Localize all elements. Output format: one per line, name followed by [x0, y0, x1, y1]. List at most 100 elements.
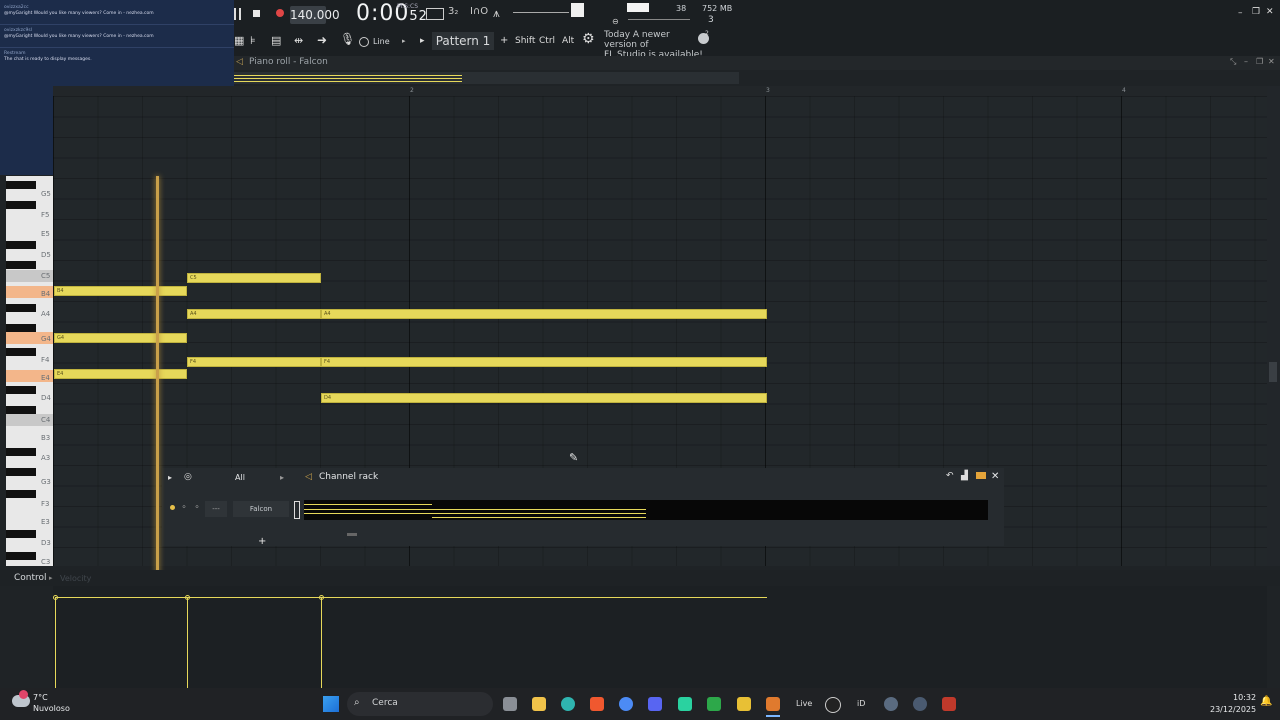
clock-time[interactable]: 10:32: [1233, 693, 1256, 702]
ctrl-key-button[interactable]: Ctrl: [539, 36, 555, 46]
note[interactable]: B4: [54, 286, 187, 296]
brave-browser-icon[interactable]: [590, 697, 604, 711]
windows-start-icon[interactable]: [323, 696, 339, 712]
channel-select[interactable]: [294, 501, 300, 519]
ableton-live-icon[interactable]: Live: [796, 699, 812, 708]
black-key[interactable]: [6, 348, 36, 356]
speaker-icon[interactable]: ◁: [236, 57, 243, 67]
taskbar-search[interactable]: [347, 692, 493, 716]
pr-close-icon[interactable]: ✕: [1268, 57, 1275, 66]
fl-studio-icon[interactable]: [766, 697, 780, 711]
note[interactable]: F4: [187, 357, 321, 367]
black-key[interactable]: [6, 261, 36, 269]
note[interactable]: D4: [321, 393, 767, 403]
pause-icon[interactable]: [234, 8, 241, 20]
black-key[interactable]: [6, 406, 36, 414]
discord-icon[interactable]: [648, 697, 662, 711]
channel-pattern-preview[interactable]: [304, 500, 988, 520]
detach-icon[interactable]: ⤡: [1230, 57, 1236, 67]
pan-knob-icon[interactable]: ⸰: [182, 503, 186, 512]
whatsapp-icon[interactable]: [678, 697, 692, 711]
snap-chevron-icon[interactable]: ▸: [402, 37, 406, 45]
edge-browser-icon[interactable]: [561, 697, 575, 711]
microphone-icon[interactable]: 🎙: [340, 32, 355, 46]
app-icon[interactable]: [737, 697, 751, 711]
rack-options-icon[interactable]: ◎: [184, 472, 192, 482]
magnet-icon[interactable]: [359, 37, 369, 47]
black-key[interactable]: [6, 468, 36, 476]
metronome-icon[interactable]: ⩚: [493, 6, 500, 21]
spreadsheet-icon[interactable]: [707, 697, 721, 711]
add-channel-button[interactable]: +: [258, 536, 266, 547]
stop-icon[interactable]: [253, 10, 260, 17]
black-key[interactable]: [6, 304, 36, 312]
note[interactable]: C5: [187, 273, 321, 283]
pr-minimize-icon[interactable]: –: [1244, 57, 1248, 66]
velocity-label[interactable]: Velocity: [60, 574, 91, 583]
piano-roll-titlebar[interactable]: [234, 56, 1280, 70]
control-chevron-icon[interactable]: ▸: [49, 574, 53, 582]
tempo-display[interactable]: 140.000: [290, 6, 340, 24]
ilok-icon[interactable]: iD: [857, 699, 865, 708]
control-label[interactable]: Control: [14, 573, 47, 583]
file-explorer-icon[interactable]: [532, 697, 546, 711]
step-edit-icon[interactable]: 3₂: [448, 6, 458, 17]
alt-key-button[interactable]: Alt: [562, 36, 574, 46]
note[interactable]: F4: [321, 357, 767, 367]
black-key[interactable]: [6, 181, 36, 189]
velocity-lane[interactable]: [53, 586, 1267, 688]
black-key[interactable]: [6, 324, 36, 332]
velocity-handle[interactable]: [185, 595, 190, 600]
grid-icon[interactable]: ▦: [234, 34, 244, 47]
velocity-bar[interactable]: [55, 597, 56, 688]
pattern-selector[interactable]: Pattern 1: [432, 32, 494, 50]
black-key[interactable]: [6, 530, 36, 538]
channel-led[interactable]: [170, 505, 175, 510]
arrow-right-icon[interactable]: ➜: [317, 33, 327, 47]
snap-mode[interactable]: Line: [373, 37, 390, 46]
add-pattern-icon[interactable]: +: [500, 35, 508, 46]
channel-button[interactable]: Falcon: [233, 501, 289, 517]
clock-date[interactable]: 23/12/2025: [1210, 705, 1256, 714]
filter-chevron-icon[interactable]: ▸: [280, 473, 284, 482]
note[interactable]: A4: [187, 309, 321, 319]
chrome-icon[interactable]: [619, 697, 633, 711]
timeline-ruler[interactable]: [53, 86, 1267, 96]
mixer-track-selector[interactable]: ---: [205, 501, 227, 517]
black-key[interactable]: [6, 241, 36, 249]
velocity-handle[interactable]: [53, 595, 58, 600]
weather-status[interactable]: Nuvoloso: [33, 704, 70, 713]
mixer-icon[interactable]: ▤: [271, 34, 281, 47]
velocity-bar[interactable]: [321, 597, 322, 688]
step-sequencer-icon[interactable]: [976, 472, 986, 479]
rack-close-icon[interactable]: ✕: [991, 471, 999, 482]
black-key[interactable]: [6, 552, 36, 560]
close-icon[interactable]: ✕: [1266, 7, 1274, 17]
notification-bell-icon[interactable]: 🔔: [1260, 696, 1272, 707]
note[interactable]: G4: [54, 333, 187, 343]
shift-key-button[interactable]: Shift: [515, 36, 535, 46]
velocity-handle[interactable]: [319, 595, 324, 600]
black-key[interactable]: [6, 490, 36, 498]
graph-editor-icon[interactable]: ▟: [961, 471, 968, 481]
pattern-prev-icon[interactable]: ▸: [420, 36, 425, 46]
pr-maximize-icon[interactable]: ❐: [1256, 57, 1263, 66]
note[interactable]: A4: [321, 309, 767, 319]
headset-icon[interactable]: [913, 697, 927, 711]
velocity-bar[interactable]: [187, 597, 188, 688]
task-view-icon[interactable]: [503, 697, 517, 711]
countdown-icon[interactable]: I∩O: [470, 6, 488, 17]
typing-keyboard-icon[interactable]: [426, 8, 444, 20]
note[interactable]: E4: [54, 369, 187, 379]
rack-scroll-thumb[interactable]: [347, 533, 357, 536]
undo-icon[interactable]: ↶: [946, 471, 954, 481]
weather-temperature[interactable]: 7°C: [33, 693, 48, 702]
black-key[interactable]: [6, 448, 36, 456]
panel-toggle-icon[interactable]: ⊖: [612, 17, 619, 26]
restore-icon[interactable]: ❐: [1252, 7, 1260, 17]
scrollbar-thumb[interactable]: [1269, 362, 1277, 382]
channel-filter[interactable]: All: [235, 473, 245, 482]
volume-knob-icon[interactable]: ⸰: [195, 503, 199, 512]
news-gear-icon[interactable]: ⚙: [582, 31, 595, 47]
main-volume-slider[interactable]: [513, 12, 569, 13]
